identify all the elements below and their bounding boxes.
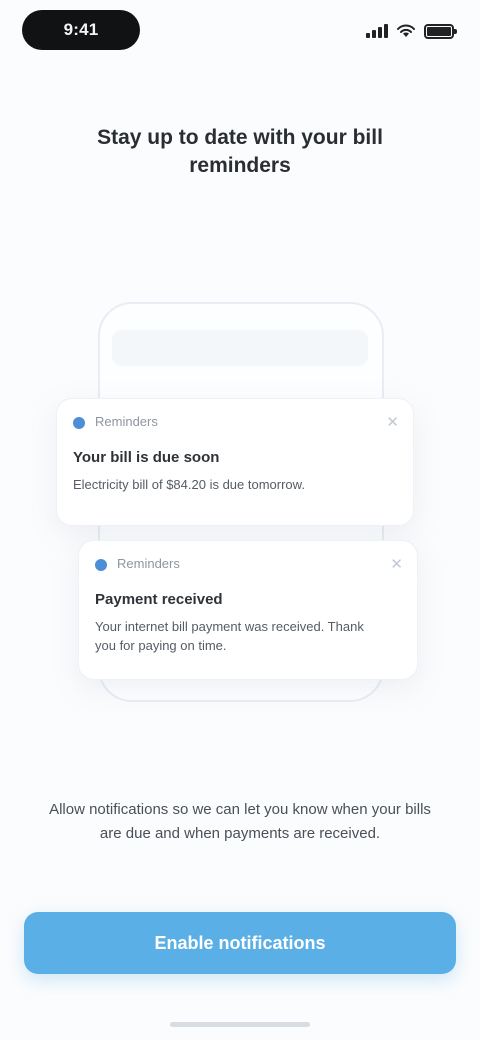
notification-app-name: Reminders — [95, 414, 158, 429]
home-indicator[interactable] — [170, 1022, 310, 1027]
page-title: Stay up to date with your bill reminders — [97, 126, 383, 177]
notification-body: Electricity bill of $84.20 is due tomorr… — [73, 477, 305, 492]
notification-card: Reminders ✕ Your bill is due soon Electr… — [56, 398, 414, 526]
description-text: Allow notifications so we can let you kn… — [49, 801, 431, 842]
notification-title: Your bill is due soon — [73, 449, 220, 466]
status-icons — [366, 20, 457, 42]
status-time: 9:41 — [22, 10, 140, 50]
notification-app-name: Reminders — [117, 556, 180, 571]
enable-notifications-button[interactable]: Enable notifications — [24, 912, 456, 974]
bell-icon — [73, 417, 85, 429]
notification-card: Reminders ✕ Payment received Your intern… — [78, 540, 418, 680]
close-icon: ✕ — [390, 556, 403, 573]
bell-icon — [95, 559, 107, 571]
notification-illustration: Reminders ✕ Your bill is due soon Electr… — [0, 290, 480, 710]
wifi-icon — [397, 24, 415, 37]
status-bar: 9:41 — [0, 0, 480, 64]
close-icon: ✕ — [386, 414, 399, 431]
notification-body: Your internet bill payment was received.… — [95, 619, 364, 653]
battery-icon — [424, 23, 457, 39]
phone-header-bar — [112, 330, 368, 366]
notification-title: Payment received — [95, 591, 223, 608]
signal-icon — [366, 24, 388, 38]
battery-level — [427, 26, 451, 36]
